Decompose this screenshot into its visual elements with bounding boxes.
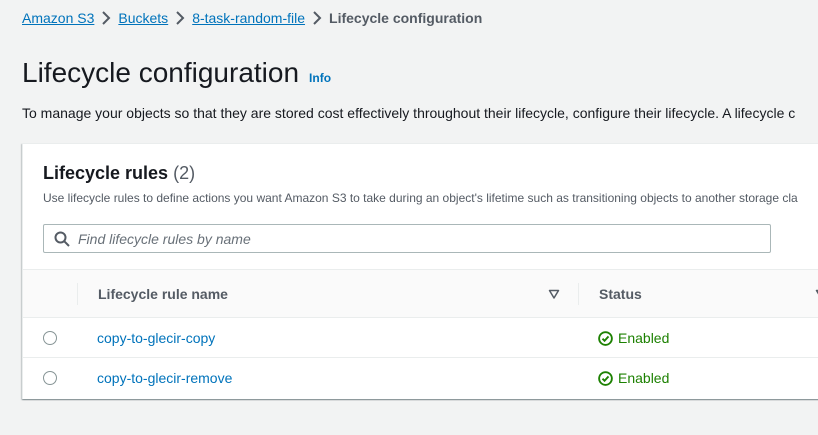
rule-name-link[interactable]: copy-to-glecir-copy [97,330,215,346]
table-header: Lifecycle rule name Status [23,269,818,318]
row-radio-button[interactable] [43,331,57,345]
column-divider [578,283,579,305]
chevron-right-icon [168,11,192,25]
breadcrumb-current: Lifecycle configuration [329,10,483,26]
table-row[interactable]: copy-to-glecir-remove Enabled [23,358,818,398]
page-header: Lifecycle configuration Info [22,57,331,89]
column-divider [77,283,78,305]
rules-heading-title: Lifecycle rules [43,163,169,183]
status-indicator: Enabled [598,330,669,346]
row-radio-button[interactable] [43,371,57,385]
page-description: To manage your objects so that they are … [22,105,796,121]
breadcrumb-link-buckets[interactable]: Buckets [118,10,168,26]
column-header-rule-name[interactable]: Lifecycle rule name [98,286,228,302]
rules-count: (2) [173,163,196,183]
status-text: Enabled [618,370,670,386]
chevron-right-icon [94,11,118,25]
breadcrumb-link-bucket[interactable]: 8-task-random-file [192,10,305,26]
check-circle-icon [598,370,613,386]
page-title: Lifecycle configuration [22,57,300,88]
rule-name-link[interactable]: copy-to-glecir-remove [97,370,232,386]
column-header-status[interactable]: Status [599,286,642,302]
rules-heading: Lifecycle rules (2) [43,163,195,184]
info-link[interactable]: Info [309,71,331,85]
breadcrumb: Amazon S3 Buckets 8-task-random-file Lif… [22,10,482,26]
rules-description: Use lifecycle rules to define actions yo… [43,191,798,205]
sort-caret-icon[interactable] [548,288,560,300]
chevron-right-icon [305,11,329,25]
check-circle-icon [598,330,613,346]
status-indicator: Enabled [598,370,669,386]
table-row[interactable]: copy-to-glecir-copy Enabled [23,318,818,358]
search-icon [54,231,70,247]
search-box[interactable] [43,224,771,253]
breadcrumb-link-amazon-s3[interactable]: Amazon S3 [22,10,94,26]
status-text: Enabled [618,330,670,346]
search-input[interactable] [78,230,758,247]
rules-table: Lifecycle rule name Status copy-to-gleci… [23,269,818,398]
lifecycle-rules-container: Lifecycle rules (2) Use lifecycle rules … [22,143,818,399]
